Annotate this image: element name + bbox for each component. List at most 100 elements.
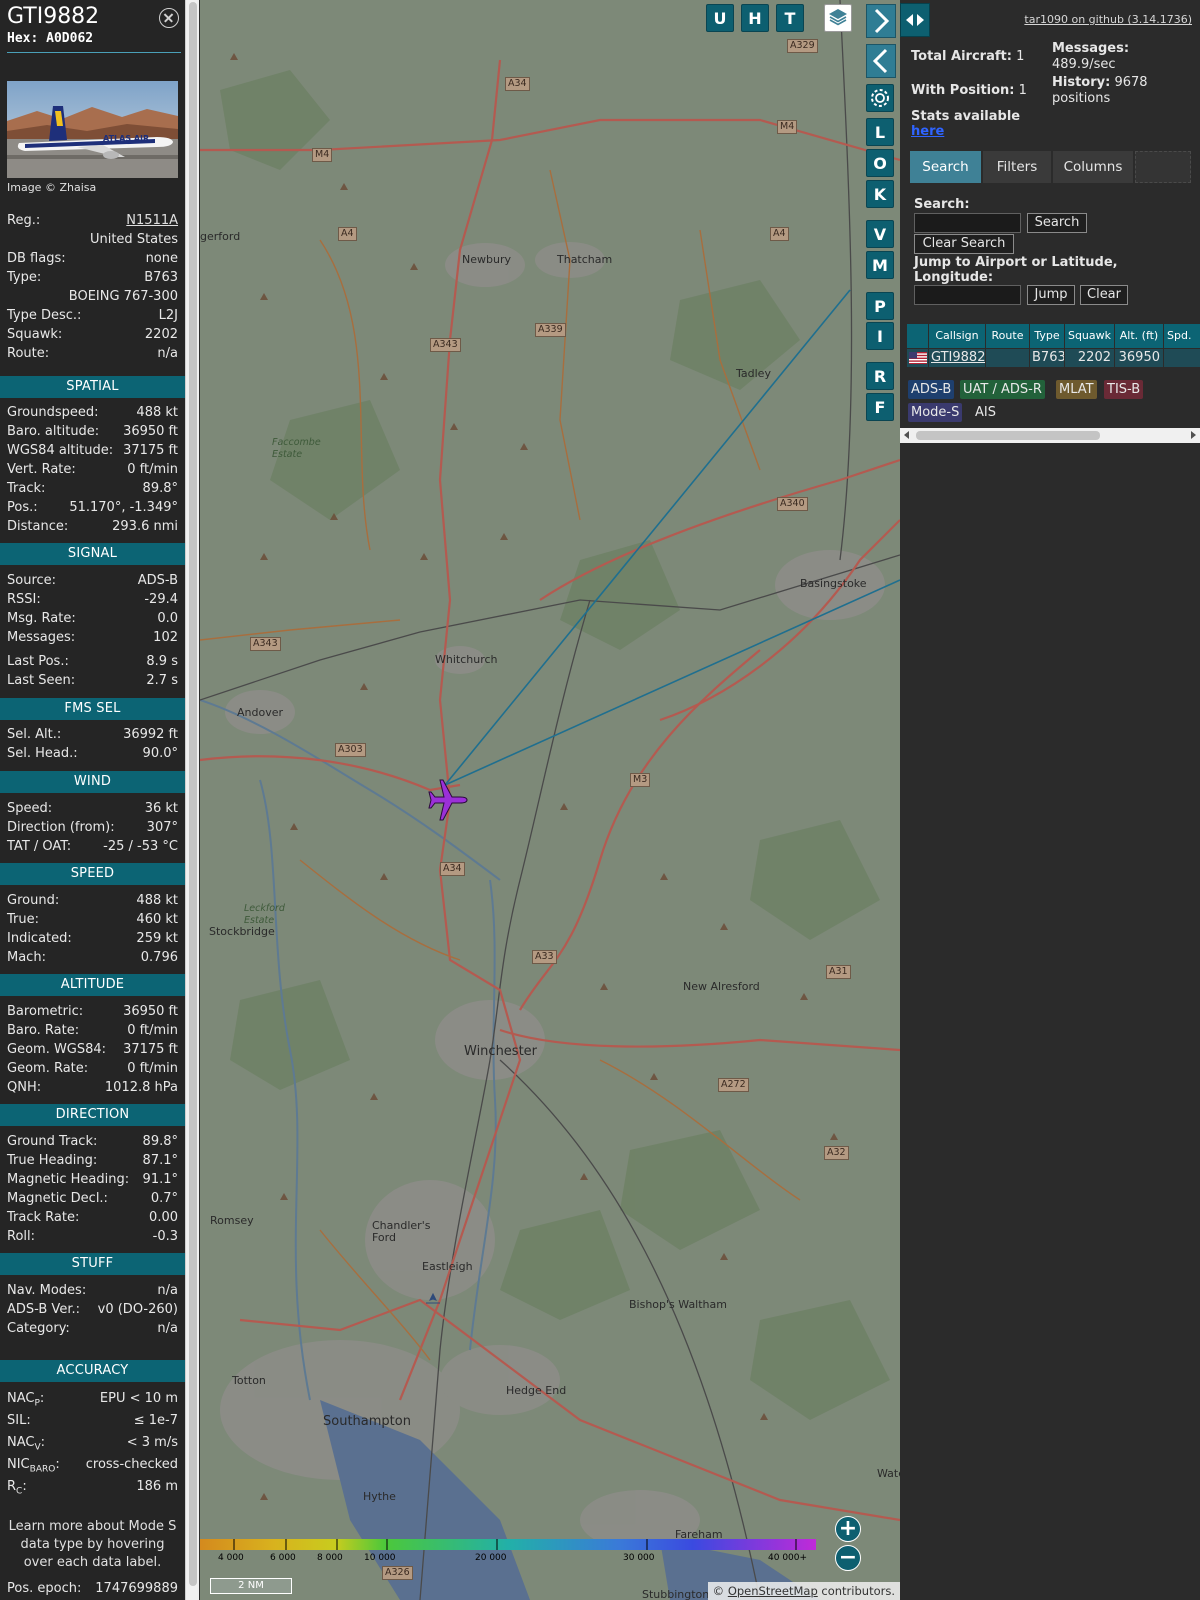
info-label[interactable]: Sel. Alt.:: [7, 726, 61, 744]
info-label[interactable]: Source:: [7, 572, 56, 590]
stats-here-link[interactable]: here: [911, 124, 944, 139]
info-label[interactable]: Reg.:: [7, 212, 40, 230]
map-button-u[interactable]: U: [706, 4, 734, 32]
info-label[interactable]: RSSI:: [7, 591, 41, 609]
info-label[interactable]: Last Pos.:: [7, 653, 69, 671]
scrollbar-thumb[interactable]: [916, 431, 1100, 440]
scroll-right-icon[interactable]: [1191, 431, 1196, 439]
aircraft-photo[interactable]: ATLAS AIR: [7, 81, 178, 178]
scrollbar-thumb[interactable]: [189, 2, 197, 1586]
tab-columns[interactable]: Columns: [1053, 151, 1133, 183]
map-button-k[interactable]: K: [866, 180, 894, 208]
zoom-in-button[interactable]: +: [835, 1516, 861, 1542]
clear-search-button[interactable]: Clear Search: [914, 234, 1014, 254]
info-label[interactable]: Type:: [7, 269, 41, 287]
jump-input[interactable]: [914, 285, 1021, 305]
map-button-t[interactable]: T: [776, 4, 804, 32]
selected-aircraft-icon[interactable]: [422, 778, 472, 822]
info-label[interactable]: Type Desc.:: [7, 307, 81, 325]
info-label[interactable]: Ground:: [7, 892, 59, 910]
info-label[interactable]: Barometric:: [7, 1003, 83, 1021]
column-squawk[interactable]: Squawk: [1065, 324, 1114, 348]
column-route[interactable]: Route: [986, 324, 1029, 348]
info-label[interactable]: NACP:: [7, 1390, 44, 1413]
panel-toggle-button[interactable]: [900, 3, 930, 37]
map-button-f[interactable]: F: [866, 393, 894, 421]
column-callsign[interactable]: Callsign: [929, 324, 985, 348]
chevron-right-icon[interactable]: [866, 4, 896, 38]
info-value[interactable]: N1511A: [126, 212, 178, 230]
info-label[interactable]: Roll:: [7, 1228, 35, 1246]
info-label[interactable]: Geom. Rate:: [7, 1060, 88, 1078]
info-label[interactable]: Magnetic Decl.:: [7, 1190, 108, 1208]
info-label[interactable]: Baro. Rate:: [7, 1022, 79, 1040]
info-label[interactable]: True Heading:: [7, 1152, 97, 1170]
info-label[interactable]: Baro. altitude:: [7, 423, 99, 441]
map-button-h[interactable]: H: [741, 4, 769, 32]
info-label[interactable]: Magnetic Heading:: [7, 1171, 129, 1189]
column-speed[interactable]: Spd.: [1164, 324, 1200, 348]
info-panel-scrollbar[interactable]: [185, 0, 199, 1600]
info-label[interactable]: Nav. Modes:: [7, 1282, 86, 1300]
info-label[interactable]: Ground Track:: [7, 1133, 97, 1151]
tab-filters[interactable]: Filters: [983, 151, 1051, 183]
map-button-m[interactable]: M: [866, 251, 894, 279]
info-label[interactable]: NACV:: [7, 1434, 45, 1457]
map-view[interactable]: gerford Newbury Thatcham Tadley Faccombe Est…: [200, 0, 900, 1600]
row-callsign[interactable]: GTI9882: [929, 349, 985, 367]
info-label[interactable]: Category:: [7, 1320, 70, 1338]
chevron-left-icon[interactable]: [866, 44, 896, 78]
info-label[interactable]: SIL:: [7, 1412, 31, 1430]
gear-icon[interactable]: [866, 84, 894, 112]
github-link[interactable]: tar1090 on github (3.14.1736): [1024, 13, 1192, 26]
info-label[interactable]: Vert. Rate:: [7, 461, 76, 479]
info-label[interactable]: Last Seen:: [7, 672, 75, 690]
map-button-l[interactable]: L: [866, 118, 894, 146]
info-label[interactable]: True:: [7, 911, 39, 929]
map-button-p[interactable]: P: [866, 292, 894, 320]
info-label[interactable]: Direction (from):: [7, 819, 115, 837]
tab-search[interactable]: Search: [910, 151, 981, 183]
info-label[interactable]: ADS-B Ver.:: [7, 1301, 80, 1319]
search-input[interactable]: [914, 213, 1021, 233]
info-label[interactable]: TAT / OAT:: [7, 838, 71, 856]
info-label[interactable]: Messages:: [7, 629, 75, 647]
info-label[interactable]: Sel. Head.:: [7, 745, 78, 763]
info-label[interactable]: Speed:: [7, 800, 52, 818]
map-button-v[interactable]: V: [866, 220, 894, 248]
info-label[interactable]: Pos.:: [7, 499, 38, 517]
row-route: [986, 349, 1029, 367]
info-label[interactable]: WGS84 altitude:: [7, 442, 113, 460]
zoom-out-button[interactable]: −: [835, 1545, 861, 1571]
close-icon[interactable]: [159, 8, 179, 28]
info-label[interactable]: RC:: [7, 1478, 27, 1501]
info-label[interactable]: Distance:: [7, 518, 68, 536]
layers-icon[interactable]: [824, 4, 852, 32]
info-label[interactable]: DB flags:: [7, 250, 66, 268]
info-label[interactable]: NICBARO:: [7, 1456, 60, 1479]
search-button[interactable]: Search: [1027, 213, 1087, 233]
info-value: 0 ft/min: [127, 1061, 178, 1076]
jump-button[interactable]: Jump: [1027, 285, 1075, 305]
info-label-subscript: P: [34, 1398, 40, 1409]
info-label[interactable]: Indicated:: [7, 930, 72, 948]
info-label[interactable]: Geom. WGS84:: [7, 1041, 106, 1059]
info-label[interactable]: Track:: [7, 480, 45, 498]
scroll-left-icon[interactable]: [904, 431, 909, 439]
map-button-o[interactable]: O: [866, 149, 894, 177]
info-label[interactable]: Groundspeed:: [7, 404, 98, 422]
info-label[interactable]: Mach:: [7, 949, 46, 967]
column-altitude[interactable]: Alt. (ft): [1115, 324, 1163, 348]
column-flag[interactable]: [907, 324, 928, 348]
table-horizontal-scrollbar[interactable]: [900, 428, 1200, 443]
info-label[interactable]: QNH:: [7, 1079, 41, 1097]
map-button-r[interactable]: R: [866, 362, 894, 390]
clear-button[interactable]: Clear: [1080, 285, 1128, 305]
map-button-i[interactable]: I: [866, 322, 894, 350]
column-type[interactable]: Type: [1030, 324, 1064, 348]
info-label[interactable]: Route:: [7, 345, 49, 363]
info-label[interactable]: Track Rate:: [7, 1209, 79, 1227]
info-label[interactable]: Msg. Rate:: [7, 610, 76, 628]
openstreetmap-link[interactable]: OpenStreetMap: [728, 1584, 818, 1598]
info-label[interactable]: Squawk:: [7, 326, 62, 344]
